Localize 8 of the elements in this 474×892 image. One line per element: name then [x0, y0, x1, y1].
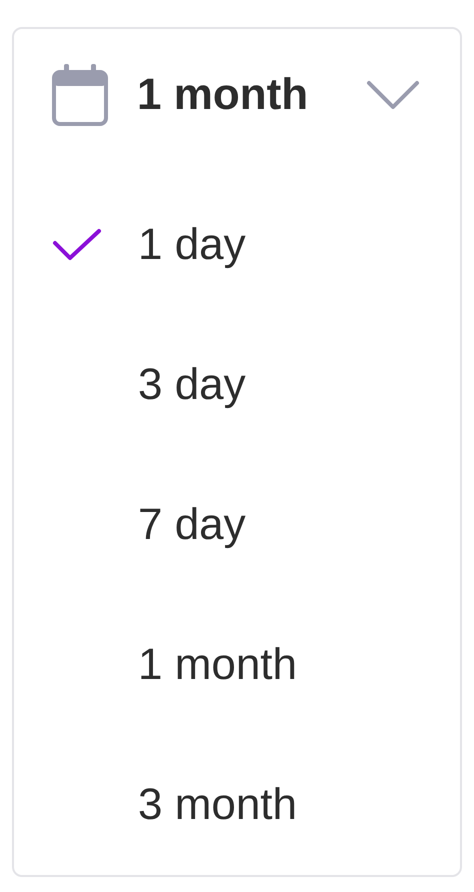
chevron-down-icon	[366, 80, 420, 110]
dropdown-option[interactable]: 3 day	[14, 315, 460, 455]
dropdown-option[interactable]: 1 day	[14, 175, 460, 315]
dropdown-toggle[interactable]: 1 month	[14, 63, 460, 127]
dropdown-option[interactable]: 7 day	[14, 455, 460, 595]
calendar-icon	[52, 64, 108, 126]
dropdown-option[interactable]: 1 month	[14, 595, 460, 735]
dropdown-option[interactable]: 3 month	[14, 735, 460, 875]
